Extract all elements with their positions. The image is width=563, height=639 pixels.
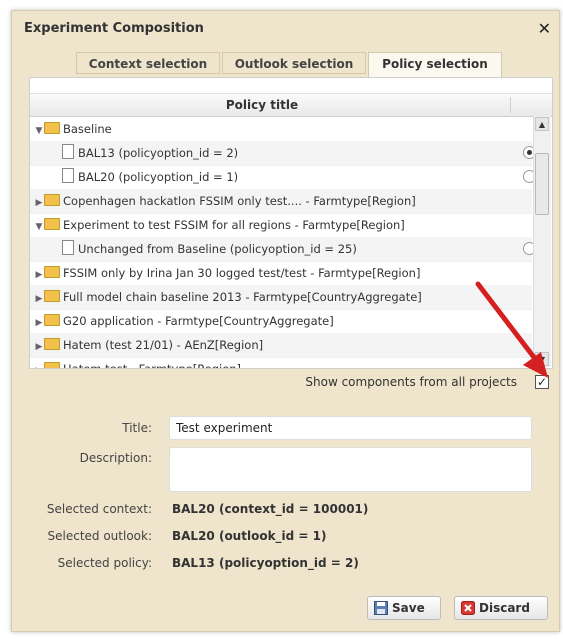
tree-folder-row[interactable]: ▶ Full model chain baseline 2013 - Farmty… — [30, 285, 532, 310]
discard-button-label: Discard — [479, 601, 530, 615]
document-icon — [62, 240, 74, 255]
expand-arrow-icon[interactable]: ▶ — [34, 311, 44, 335]
selected-outlook-value: BAL20 (outlook_id = 1) — [172, 529, 327, 543]
tab-context-selection[interactable]: Context selection — [76, 52, 220, 74]
discard-button[interactable]: Discard — [454, 596, 548, 620]
expand-arrow-icon[interactable]: ▶ — [34, 359, 44, 368]
folder-icon — [44, 122, 60, 134]
tab-policy-selection[interactable]: Policy selection — [368, 52, 502, 77]
discard-x-icon — [461, 601, 475, 615]
expand-arrow-icon[interactable]: ▶ — [34, 335, 44, 359]
tree-item-row[interactable]: BAL13 (policyoption_id = 2) — [30, 141, 536, 166]
tree-folder-row[interactable]: ▶ Hatem test - Farmtype[Region] — [30, 357, 532, 369]
collapse-arrow-icon[interactable]: ▼ — [34, 215, 44, 239]
document-icon — [62, 168, 74, 183]
folder-icon — [44, 266, 60, 278]
folder-icon — [44, 314, 60, 326]
grid-scrollbar[interactable]: ▲ ▼ — [533, 116, 551, 367]
selected-policy-label: Selected policy: — [57, 556, 152, 570]
grid-header: Policy title — [30, 93, 552, 117]
tree-row-label: Baseline — [63, 122, 112, 136]
tree-folder-row[interactable]: ▶ Copenhagen hackatlon FSSIM only test...… — [30, 189, 532, 214]
tree-row-label: BAL13 (policyoption_id = 2) — [78, 146, 239, 160]
document-icon — [62, 144, 74, 159]
policy-grid: Policy title ▼ Baseline BAL13 (policyoptio… — [29, 77, 553, 369]
tree-row-label: Hatem (test 21/01) - AEnZ[Region] — [63, 338, 264, 352]
tree-row-label: Experiment to test FSSIM for all regions… — [63, 218, 405, 232]
floppy-disk-icon — [374, 601, 388, 615]
collapse-arrow-icon[interactable]: ▼ — [34, 119, 44, 143]
folder-icon — [44, 290, 60, 302]
folder-icon — [44, 218, 60, 230]
scroll-down-button[interactable]: ▼ — [535, 352, 549, 366]
save-button-label: Save — [392, 601, 425, 615]
tree-row-label: Hatem test - Farmtype[Region] — [63, 362, 242, 369]
close-icon[interactable]: ✕ — [538, 19, 551, 38]
expand-arrow-icon[interactable]: ▶ — [34, 287, 44, 311]
scroll-thumb[interactable] — [535, 153, 549, 215]
tree-row-label: FSSIM only by Irina Jan 30 logged test/t… — [63, 266, 421, 280]
tree-row-label: BAL20 (policyoption_id = 1) — [78, 170, 239, 184]
title-label: Title: — [122, 421, 152, 435]
tree-folder-row[interactable]: ▼ Experiment to test FSSIM for all region… — [30, 213, 532, 238]
selected-context-label: Selected context: — [46, 502, 152, 516]
tree-folder-row[interactable]: ▼ Baseline — [30, 117, 532, 142]
tree-row-label: G20 application - Farmtype[CountryAggreg… — [63, 314, 334, 328]
save-button[interactable]: Save — [367, 596, 441, 620]
folder-icon — [44, 338, 60, 350]
description-label: Description: — [79, 451, 152, 465]
scroll-up-button[interactable]: ▲ — [535, 117, 549, 131]
tree-row-label: Unchanged from Baseline (policyoption_id… — [78, 242, 357, 256]
folder-icon — [44, 362, 60, 368]
tree-item-row[interactable]: Unchanged from Baseline (policyoption_id… — [30, 237, 536, 262]
selected-context-value: BAL20 (context_id = 100001) — [172, 502, 369, 516]
selected-outlook-label: Selected outlook: — [47, 529, 153, 543]
tree-row-label: Full model chain baseline 2013 - Farmtyp… — [63, 290, 422, 304]
tab-outlook-selection[interactable]: Outlook selection — [222, 52, 366, 74]
tree-item-row[interactable]: BAL20 (policyoption_id = 1) — [30, 165, 536, 190]
tree-folder-row[interactable]: ▶ FSSIM only by Irina Jan 30 logged test/… — [30, 261, 532, 286]
selected-policy-value: BAL13 (policyoption_id = 2) — [172, 556, 359, 570]
expand-arrow-icon[interactable]: ▶ — [34, 191, 44, 215]
tree-row-label: Copenhagen hackatlon FSSIM only test....… — [63, 194, 416, 208]
column-divider — [510, 97, 511, 113]
tree-folder-row[interactable]: ▶ G20 application - Farmtype[CountryAggre… — [30, 309, 532, 334]
dialog-title: Experiment Composition — [24, 21, 204, 36]
expand-arrow-icon[interactable]: ▶ — [34, 263, 44, 287]
experiment-composition-dialog: Experiment Composition ✕ Context selecti… — [11, 10, 560, 632]
folder-icon — [44, 194, 60, 206]
title-input[interactable] — [169, 416, 532, 440]
show-all-projects-label: Show components from all projects — [305, 375, 517, 389]
policy-title-column-header[interactable]: Policy title — [30, 94, 494, 116]
tree-folder-row[interactable]: ▶ Hatem (test 21/01) - AEnZ[Region] — [30, 333, 532, 358]
show-all-projects-checkbox[interactable]: ✓ — [535, 375, 549, 389]
description-textarea[interactable] — [169, 447, 532, 492]
